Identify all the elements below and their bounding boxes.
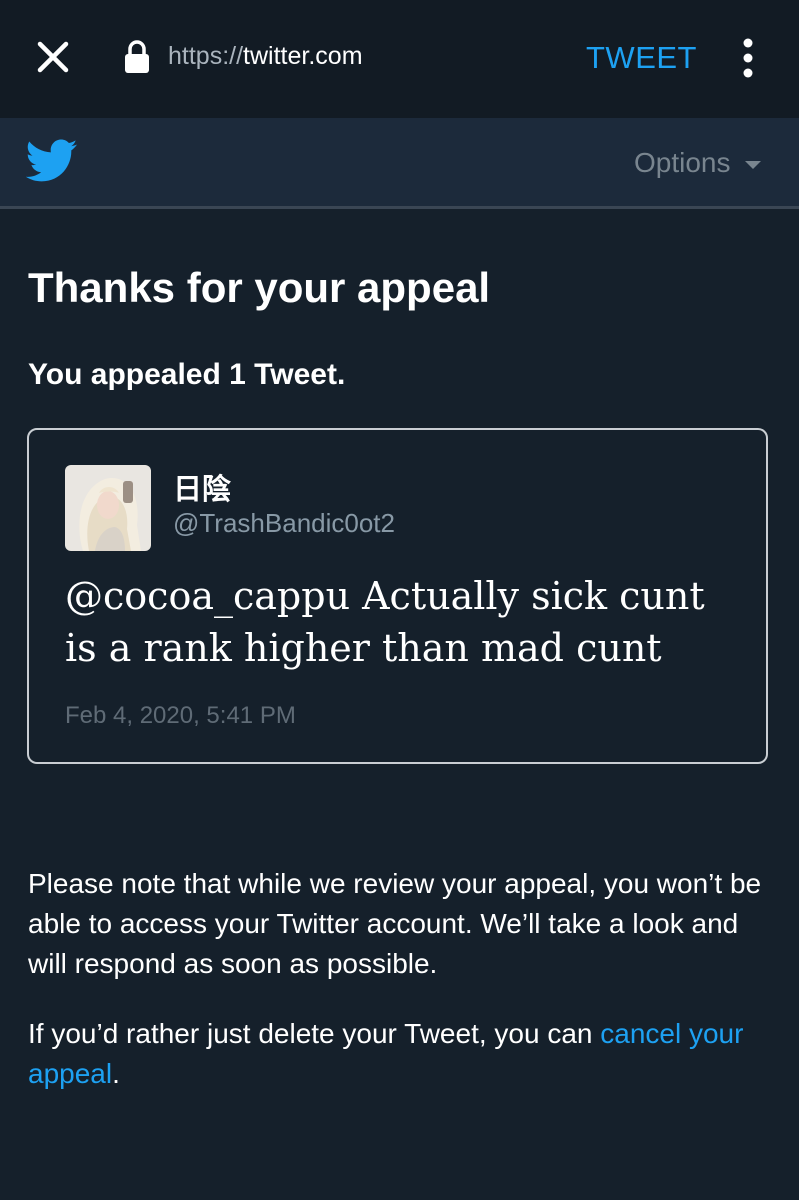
avatar	[65, 465, 151, 551]
twitter-bird-icon[interactable]	[26, 139, 78, 183]
delete-notice-end: .	[112, 1058, 120, 1089]
review-notice: Please note that while we review your ap…	[28, 868, 762, 979]
twitter-header: Options	[0, 118, 799, 209]
tweet-button[interactable]: TWEET	[586, 40, 697, 76]
page-title: Thanks for your appeal	[28, 264, 491, 311]
tweet-timestamp: Feb 4, 2020, 5:41 PM	[65, 702, 296, 729]
appealed-tweet-card: 日陰 @TrashBandic0ot2 @cocoa_cappu Actuall…	[27, 428, 768, 764]
appeal-count-heading: You appealed 1 Tweet.	[28, 358, 346, 391]
url-display[interactable]: https://twitter.com	[168, 42, 363, 71]
tweet-author-handle: @TrashBandic0ot2	[173, 508, 395, 538]
more-options-icon[interactable]	[738, 38, 758, 78]
url-host: twitter.com	[243, 42, 363, 70]
delete-notice: If you’d rather just delete your Tweet, …	[28, 1014, 768, 1094]
lock-icon	[125, 40, 149, 73]
browser-toolbar: https://twitter.com TWEET	[0, 0, 799, 118]
tweet-text: @cocoa_cappu Actually sick cunt is a ran…	[65, 574, 705, 670]
options-label: Options	[634, 147, 731, 178]
close-icon[interactable]	[36, 40, 70, 74]
tweet-author-name: 日陰	[173, 474, 232, 506]
delete-notice-text: If you’d rather just delete your Tweet, …	[28, 1018, 601, 1049]
url-scheme: https://	[168, 42, 244, 70]
chevron-down-icon	[744, 160, 761, 169]
options-menu[interactable]: Options	[634, 147, 761, 179]
